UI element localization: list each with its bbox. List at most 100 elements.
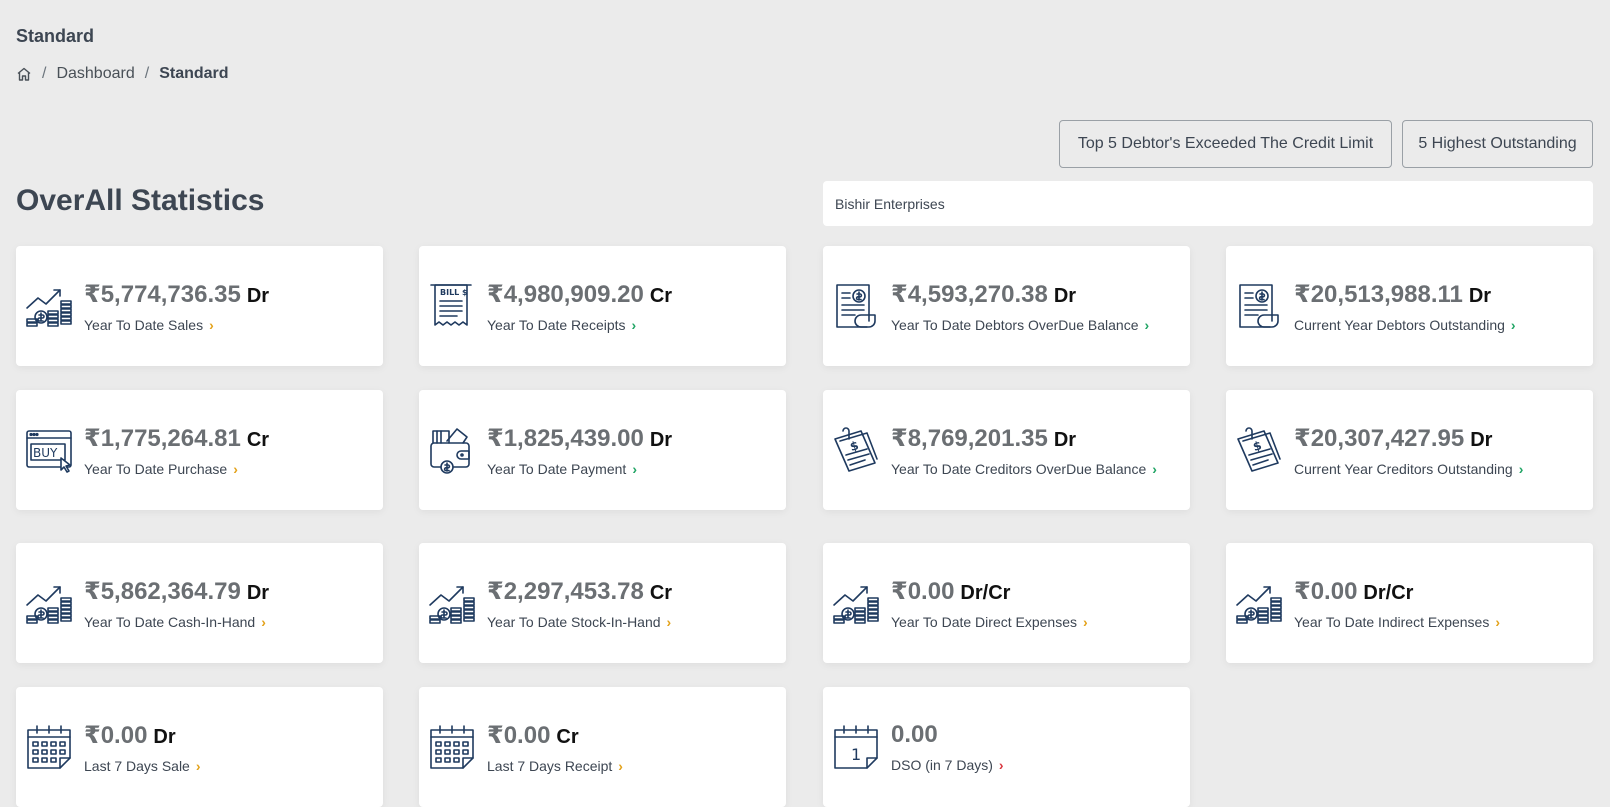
invoice-dollar-icon <box>1234 281 1284 331</box>
stat-label: DSO (in 7 Days) <box>891 757 993 773</box>
calendar-icon <box>24 722 74 772</box>
stat-card: ₹4,593,270.38 Dr Year To Date Debtors Over… <box>823 246 1190 366</box>
stat-card-body: ₹0.00 Dr Last 7 Days Sale › <box>84 721 201 774</box>
stat-card: ₹1,825,439.00 Dr Year To Date Payment › <box>419 390 786 510</box>
stat-dr-cr-suffix: Cr <box>246 428 270 451</box>
stat-card-body: ₹0.00 Cr Last 7 Days Receipt › <box>487 721 623 774</box>
stat-card-body: ₹2,297,453.78 Cr Year To Date Stock-In-Han… <box>487 577 672 630</box>
stat-detail-link[interactable]: Current Year Creditors Outstanding › <box>1294 461 1523 477</box>
chevron-right-icon[interactable]: › <box>1083 614 1088 630</box>
company-selector[interactable]: Bishir Enterprises <box>823 181 1593 226</box>
chevron-right-icon[interactable]: › <box>1152 461 1157 477</box>
chevron-right-icon[interactable]: › <box>261 614 266 630</box>
home-icon[interactable] <box>16 66 32 82</box>
stat-detail-link[interactable]: Year To Date Sales › <box>84 317 269 333</box>
stat-detail-link[interactable]: Last 7 Days Receipt › <box>487 758 623 774</box>
stat-label: Year To Date Stock-In-Hand <box>487 613 661 630</box>
chart-coins-icon <box>831 578 881 628</box>
highest-outstanding-button[interactable]: 5 Highest Outstanding <box>1402 120 1593 168</box>
breadcrumb-separator: / <box>42 65 47 82</box>
breadcrumb-current: Standard <box>159 65 229 82</box>
chart-coins-icon <box>24 281 74 331</box>
chevron-right-icon[interactable]: › <box>999 757 1004 773</box>
stat-detail-link[interactable]: Year To Date Receipts › <box>487 317 672 333</box>
stat-amount-row: ₹20,307,427.95 Dr <box>1294 424 1523 453</box>
stat-dr-cr-suffix: Dr <box>1470 428 1493 451</box>
stat-card: BILL $ ₹4,980,909.20 Cr Year To Date Recei… <box>419 246 786 366</box>
stat-card-body: ₹8,769,201.35 Dr Year To Date Creditors Ov… <box>891 424 1157 477</box>
chevron-right-icon[interactable]: › <box>196 758 201 774</box>
chevron-right-icon[interactable]: › <box>1519 461 1524 477</box>
stat-card: $ ₹8,769,201.35 Dr Year To Date Creditors … <box>823 390 1190 510</box>
chevron-right-icon[interactable]: › <box>667 614 672 630</box>
stat-card-body: ₹20,307,427.95 Dr Current Year Creditors O… <box>1294 424 1523 477</box>
stat-label: Year To Date Payment <box>487 460 627 477</box>
stat-detail-link[interactable]: Year To Date Stock-In-Hand › <box>487 614 672 630</box>
stat-card-body: ₹0.00 Dr/Cr Year To Date Direct Expenses › <box>891 577 1088 630</box>
stat-card-body: ₹5,774,736.35 Dr Year To Date Sales › <box>84 280 269 333</box>
stat-detail-link[interactable]: Year To Date Payment › <box>487 461 672 477</box>
stat-detail-link[interactable]: Year To Date Cash-In-Hand › <box>84 614 269 630</box>
invoice-dollar-icon <box>831 281 881 331</box>
stat-detail-link[interactable]: Year To Date Purchase › <box>84 461 269 477</box>
stat-amount-row: ₹8,769,201.35 Dr <box>891 424 1157 453</box>
chevron-right-icon[interactable]: › <box>1495 614 1500 630</box>
stat-amount-row: ₹0.00 Cr <box>487 721 623 750</box>
stat-detail-link[interactable]: Year To Date Creditors OverDue Balance › <box>891 461 1157 477</box>
stat-label: Year To Date Direct Expenses <box>891 613 1077 630</box>
stat-amount-row: 0.00 <box>891 721 1004 749</box>
stat-amount-row: ₹5,862,364.79 Dr <box>84 577 269 606</box>
chevron-right-icon[interactable]: › <box>209 317 214 333</box>
stat-detail-link[interactable]: Current Year Debtors Outstanding › <box>1294 317 1516 333</box>
stat-amount: ₹2,297,453.78 <box>487 577 644 605</box>
stat-amount: ₹0.00 <box>891 577 955 605</box>
breadcrumb-dashboard-link[interactable]: Dashboard <box>56 65 134 83</box>
chevron-right-icon[interactable]: › <box>1511 317 1516 333</box>
stat-amount: ₹5,862,364.79 <box>84 577 241 605</box>
stat-card: ₹0.00 Dr Last 7 Days Sale › <box>16 687 383 807</box>
stat-label: Year To Date Cash-In-Hand <box>84 613 256 630</box>
stat-detail-link[interactable]: DSO (in 7 Days) › <box>891 757 1004 773</box>
stat-detail-link[interactable]: Year To Date Debtors OverDue Balance › <box>891 317 1149 333</box>
stat-amount: ₹0.00 <box>1294 577 1358 605</box>
svg-text:1: 1 <box>851 745 861 764</box>
stat-dr-cr-suffix: Cr <box>649 581 673 604</box>
stat-amount: ₹1,825,439.00 <box>487 424 644 452</box>
stat-amount: ₹8,769,201.35 <box>891 424 1048 452</box>
stat-label: Current Year Creditors Outstanding <box>1294 460 1513 477</box>
chevron-right-icon[interactable]: › <box>632 461 637 477</box>
breadcrumb-separator: / <box>144 65 150 82</box>
buy-icon: BUY <box>24 425 74 475</box>
stat-detail-link[interactable]: Year To Date Indirect Expenses › <box>1294 614 1500 630</box>
stat-detail-link[interactable]: Year To Date Direct Expenses › <box>891 614 1088 630</box>
stat-card-body: ₹5,862,364.79 Dr Year To Date Cash-In-Hand… <box>84 577 269 630</box>
svg-text:BILL $: BILL $ <box>440 288 468 297</box>
stat-dr-cr-suffix: Dr <box>1468 284 1492 307</box>
stat-amount-row: ₹4,593,270.38 Dr <box>891 280 1149 309</box>
stat-card-body: ₹4,980,909.20 Cr Year To Date Receipts › <box>487 280 672 333</box>
stat-amount-row: ₹20,513,988.11 Dr <box>1294 280 1516 309</box>
stat-card-body: ₹20,513,988.11 Dr Current Year Debtors Out… <box>1294 280 1516 333</box>
stat-amount: ₹20,513,988.11 <box>1294 280 1463 308</box>
stat-amount-row: ₹5,774,736.35 Dr <box>84 280 269 309</box>
stat-dr-cr-suffix: Dr <box>1053 284 1077 307</box>
calendar-icon <box>427 722 477 772</box>
stat-amount-row: ₹0.00 Dr/Cr <box>1294 577 1500 606</box>
stat-card: ₹5,774,736.35 Dr Year To Date Sales › <box>16 246 383 366</box>
stat-amount: ₹4,593,270.38 <box>891 280 1048 308</box>
top5-debtors-exceeded-credit-button[interactable]: Top 5 Debtor's Exceeded The Credit Limit <box>1059 120 1392 168</box>
stat-detail-link[interactable]: Last 7 Days Sale › <box>84 758 201 774</box>
chevron-right-icon[interactable]: › <box>632 317 637 333</box>
stat-card: ₹20,513,988.11 Dr Current Year Debtors Out… <box>1226 246 1593 366</box>
stat-card: ₹0.00 Dr/Cr Year To Date Direct Expenses › <box>823 543 1190 663</box>
stat-label: Last 7 Days Receipt <box>487 757 613 774</box>
stat-amount-row: ₹4,980,909.20 Cr <box>487 280 672 309</box>
stat-dr-cr-suffix: Dr <box>246 284 270 307</box>
stat-dr-cr-suffix: Dr <box>649 428 673 451</box>
stat-label: Year To Date Sales <box>84 316 204 333</box>
page-title: Standard <box>16 26 95 46</box>
chevron-right-icon[interactable]: › <box>233 461 238 477</box>
chevron-right-icon[interactable]: › <box>618 758 623 774</box>
bill-icon: BILL $ <box>427 281 477 331</box>
chevron-right-icon[interactable]: › <box>1144 317 1149 333</box>
